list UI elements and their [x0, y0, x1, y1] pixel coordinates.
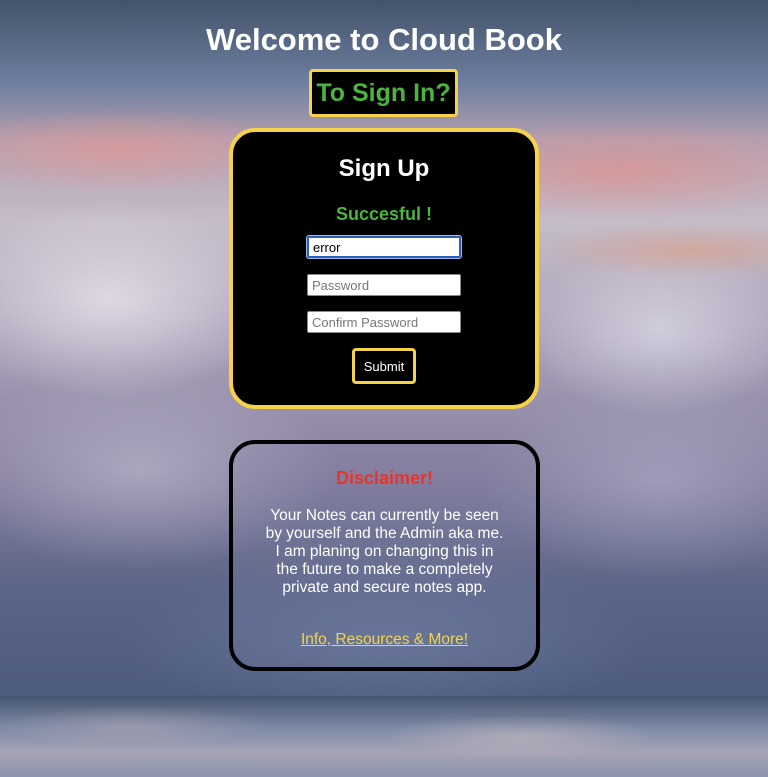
username-input[interactable]: [307, 236, 461, 258]
password-input[interactable]: [307, 274, 461, 296]
signup-status-message: Succesful !: [335, 204, 433, 224]
disclaimer-panel: Disclaimer! Your Notes can currently be …: [229, 440, 540, 671]
submit-button[interactable]: Submit: [352, 348, 416, 384]
signup-card: Sign Up Succesful ! Submit: [229, 128, 539, 409]
info-resources-link[interactable]: Info, Resources & More!: [233, 631, 536, 649]
cloud-background-strip: [0, 696, 768, 777]
disclaimer-text: Your Notes can currently be seen by your…: [265, 507, 504, 596]
confirm-password-input[interactable]: [307, 311, 461, 333]
to-sign-in-button[interactable]: To Sign In?: [309, 69, 458, 117]
signup-title: Sign Up: [338, 155, 430, 182]
page-title: Welcome to Cloud Book: [206, 22, 562, 57]
disclaimer-title: Disclaimer!: [335, 468, 434, 488]
